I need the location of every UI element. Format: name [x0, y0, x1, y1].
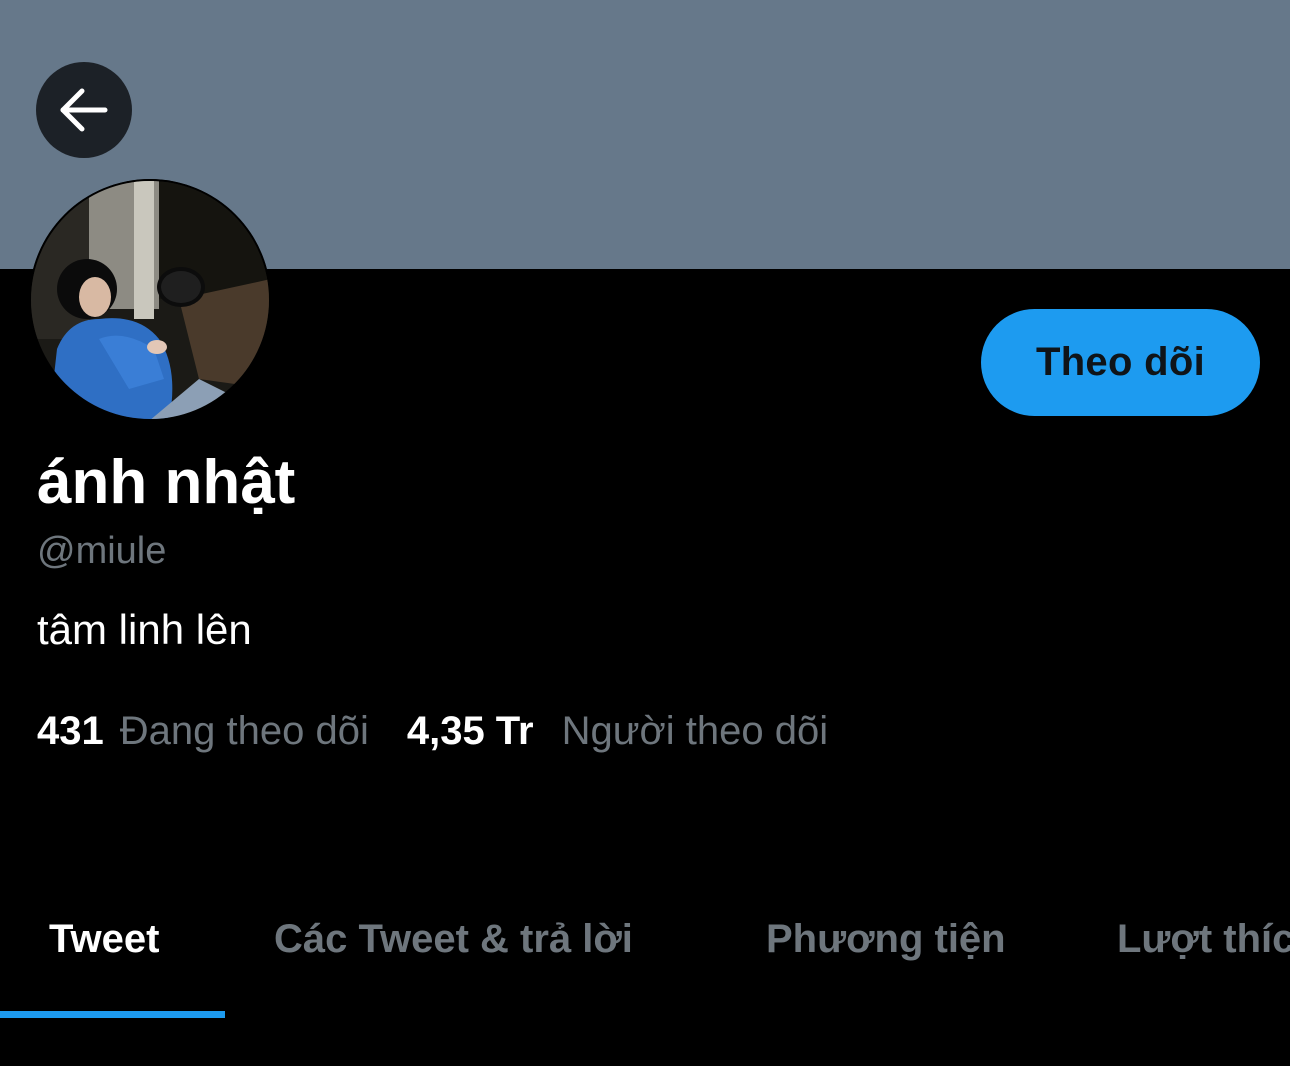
user-handle: @miule	[37, 530, 167, 572]
follow-button[interactable]: Theo dõi	[981, 309, 1260, 416]
tab-tweets[interactable]: Tweet	[49, 919, 159, 959]
profile-stats: 431 Đang theo dõi 4,35 Tr Người theo dõi	[37, 711, 828, 751]
following-count: 431	[37, 709, 104, 753]
followers-label: Người theo dõi	[561, 709, 829, 753]
followers-count: 4,35 Tr	[406, 709, 534, 753]
display-name: ánh nhật	[37, 448, 296, 517]
active-tab-indicator	[0, 1011, 225, 1018]
following-stat[interactable]: 431 Đang theo dõi	[37, 711, 369, 751]
profile-bio: tâm linh lên	[37, 606, 252, 653]
tab-likes[interactable]: Lượt thích	[1117, 919, 1290, 959]
tab-media[interactable]: Phương tiện	[766, 919, 1006, 959]
back-button[interactable]	[36, 62, 132, 158]
tab-tweets-replies[interactable]: Các Tweet & trả lời	[274, 919, 633, 959]
following-label: Đang theo dõi	[119, 709, 369, 753]
arrow-left-icon	[60, 88, 108, 132]
avatar[interactable]	[29, 179, 271, 421]
followers-stat[interactable]: 4,35 Tr Người theo dõi	[407, 711, 828, 751]
profile-tabs: Tweet Các Tweet & trả lời Phương tiện Lư…	[0, 895, 1290, 1020]
